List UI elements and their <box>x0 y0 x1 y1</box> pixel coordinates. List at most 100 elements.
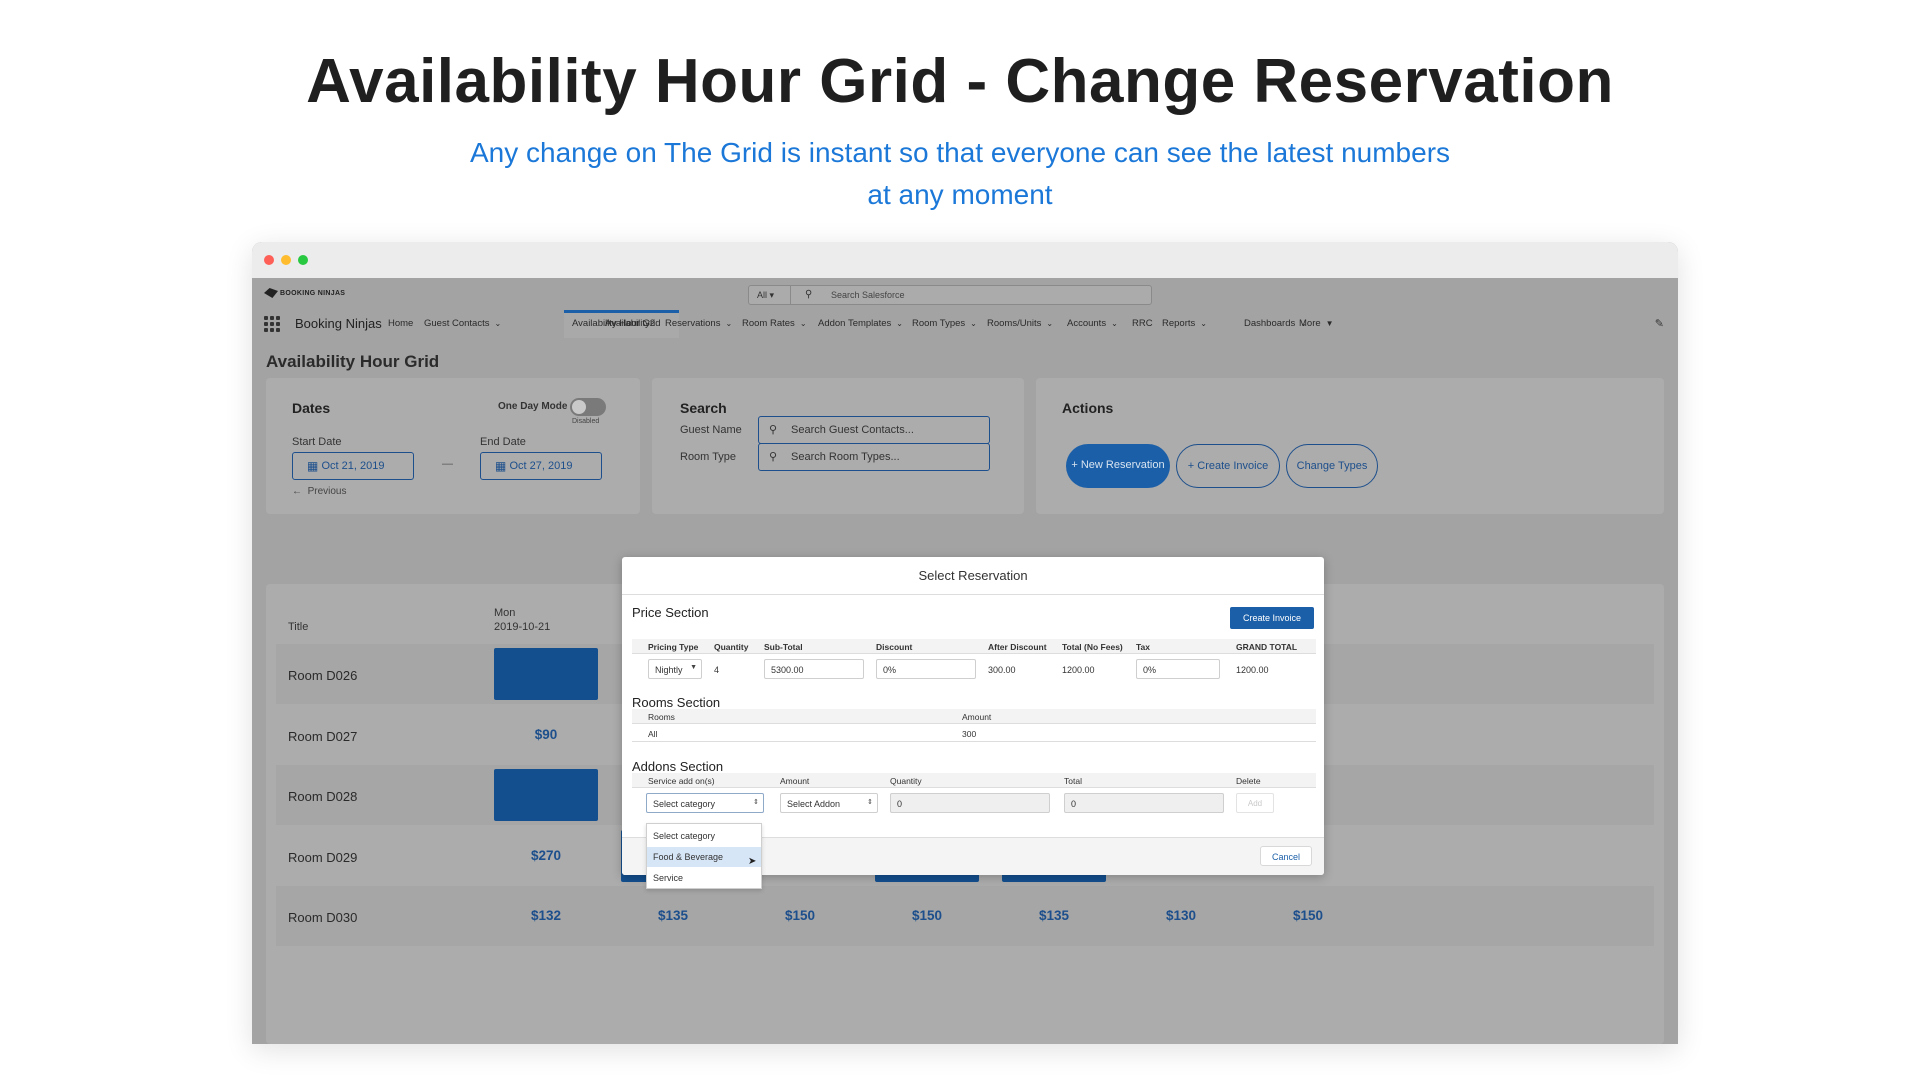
nav-item-0[interactable]: Home <box>388 318 413 329</box>
chevron-down-icon[interactable]: ▼ <box>1326 319 1334 328</box>
previous-label: Previous <box>307 486 347 497</box>
room-title[interactable]: Room D026 <box>288 668 357 683</box>
chevron-down-icon[interactable]: ⌄ <box>1200 319 1207 328</box>
calendar-icon: ▦ <box>307 459 319 473</box>
rate-cell[interactable]: $90 <box>494 727 598 742</box>
new-reservation-button[interactable]: + New Reservation <box>1066 444 1170 488</box>
price-header-divider <box>632 653 1316 654</box>
rate-cell[interactable]: $132 <box>494 908 598 923</box>
price-section-title: Price Section <box>632 605 709 620</box>
nav-item-10[interactable]: RRC <box>1132 318 1153 329</box>
logo[interactable]: BOOKING NINJAS <box>264 288 345 298</box>
caret-down-icon: ▼ <box>690 664 697 671</box>
rate-cell[interactable]: $150 <box>1256 908 1360 923</box>
nav-item-12[interactable]: Dashboards ⌄ <box>1244 318 1307 329</box>
addon-select-value: Select Addon <box>787 799 841 809</box>
price-column-header: Tax <box>1136 642 1151 652</box>
change-types-button[interactable]: Change Types <box>1286 444 1378 488</box>
search-scope-select[interactable]: All ▾ <box>749 286 791 304</box>
add-addon-button[interactable]: Add <box>1236 793 1274 813</box>
nav-item-7[interactable]: Room Types ⌄ <box>912 318 977 329</box>
end-date-picker[interactable]: ▦ Oct 27, 2019 <box>480 452 602 480</box>
nav-item-label: More <box>1299 318 1321 329</box>
cancel-button[interactable]: Cancel <box>1260 846 1312 866</box>
guest-search-input[interactable]: ⚲ Search Guest Contacts... <box>758 416 990 444</box>
nav-item-label: Room Rates <box>742 318 795 329</box>
rate-cell[interactable]: $130 <box>1129 908 1233 923</box>
nav-item-9[interactable]: Accounts ⌄ <box>1067 318 1118 329</box>
chevron-down-icon[interactable]: ⌄ <box>1111 319 1118 328</box>
close-window-button[interactable] <box>264 255 274 265</box>
dropdown-option[interactable]: Select category <box>647 826 761 846</box>
pricing-type-select[interactable]: Nightly ▼ <box>648 659 702 679</box>
nav-item-1[interactable]: Guest Contacts ⌄ <box>424 318 501 329</box>
ninja-logo-icon <box>264 288 278 298</box>
modal-create-invoice-button[interactable]: Create Invoice <box>1230 607 1314 629</box>
plus-icon: + <box>1071 459 1078 471</box>
room-title[interactable]: Room D030 <box>288 910 357 925</box>
chevron-down-icon[interactable]: ⌄ <box>494 319 501 328</box>
change-types-label: Change Types <box>1296 460 1368 472</box>
dates-heading: Dates <box>292 400 331 416</box>
one-day-mode-toggle[interactable] <box>570 398 606 416</box>
rate-cell[interactable]: $150 <box>875 908 979 923</box>
dropdown-option[interactable]: Food & Beverage <box>647 847 761 867</box>
chevron-down-icon[interactable]: ⌄ <box>725 319 732 328</box>
browser-window: BOOKING NINJAS All ▾ ⚲ Search Salesforce… <box>252 242 1678 1044</box>
start-date-picker[interactable]: ▦ Oct 21, 2019 <box>292 452 414 480</box>
room-title[interactable]: Room D027 <box>288 729 357 744</box>
edit-nav-icon[interactable]: ✎ <box>1655 317 1664 330</box>
chevron-down-icon: ▾ <box>769 290 775 300</box>
nav-item-label: Reports <box>1162 318 1196 329</box>
room-type-search-input[interactable]: ⚲ Search Room Types... <box>758 443 990 471</box>
dates-card: Dates One Day Mode Disabled Start Date E… <box>266 378 640 514</box>
app-launcher-icon[interactable] <box>264 316 280 332</box>
rate-cell[interactable]: $135 <box>621 908 725 923</box>
reservation-block[interactable] <box>494 648 598 700</box>
nav-item-11[interactable]: Reports ⌄ <box>1162 318 1207 329</box>
maximize-window-button[interactable] <box>298 255 308 265</box>
create-invoice-button[interactable]: + Create Invoice <box>1176 444 1280 488</box>
discount-input[interactable]: 0% <box>876 659 976 679</box>
nav-item-13[interactable]: More ▼ <box>1299 318 1334 329</box>
chevron-down-icon[interactable]: ⌄ <box>896 319 903 328</box>
nav-item-label: Reservations <box>665 318 721 329</box>
nav-item-6[interactable]: Addon Templates ⌄ <box>818 318 903 329</box>
nav-bar: Booking Ninjas Home Guest Contacts ⌄ Availa… <box>252 308 1678 338</box>
addon-quantity-input[interactable]: 0 <box>890 793 1050 813</box>
tax-input[interactable]: 0% <box>1136 659 1220 679</box>
global-search[interactable]: All ▾ ⚲ Search Salesforce <box>748 285 1152 305</box>
chevron-down-icon[interactable]: ⌄ <box>800 319 807 328</box>
search-placeholder[interactable]: Search Salesforce <box>831 290 905 300</box>
nav-item-3[interactable]: Availability2 <box>605 318 655 329</box>
reservation-block[interactable] <box>494 769 598 821</box>
nav-item-label: RRC <box>1132 318 1153 329</box>
addon-select[interactable]: Select Addon ⇕ <box>780 793 878 813</box>
search-scope-label: All <box>757 290 768 300</box>
minimize-window-button[interactable] <box>281 255 291 265</box>
category-select[interactable]: Select category ⇕ <box>646 793 764 813</box>
rate-cell[interactable]: $270 <box>494 848 598 863</box>
actions-heading: Actions <box>1062 400 1114 416</box>
nav-item-8[interactable]: Rooms/Units ⌄ <box>987 318 1053 329</box>
room-title[interactable]: Room D029 <box>288 850 357 865</box>
app-name: Booking Ninjas <box>295 316 382 331</box>
nav-item-4[interactable]: Reservations ⌄ <box>665 318 732 329</box>
rate-cell[interactable]: $150 <box>748 908 852 923</box>
addon-delete-header: Delete <box>1236 776 1261 786</box>
subtotal-input[interactable]: 5300.00 <box>764 659 864 679</box>
chevron-down-icon[interactable]: ⌄ <box>1046 319 1053 328</box>
create-invoice-label: Create Invoice <box>1197 460 1269 472</box>
end-date-label: End Date <box>480 436 526 448</box>
hero-title: Availability Hour Grid - Change Reservat… <box>306 47 1614 116</box>
logo-text: BOOKING NINJAS <box>280 289 346 297</box>
room-title[interactable]: Room D028 <box>288 789 357 804</box>
dropdown-option[interactable]: Service <box>647 868 761 888</box>
chevron-down-icon[interactable]: ⌄ <box>970 319 977 328</box>
price-column-header: Sub-Total <box>764 642 803 652</box>
nav-item-5[interactable]: Room Rates ⌄ <box>742 318 807 329</box>
day-date: 2019-10-21 <box>494 621 551 633</box>
price-column-header: Discount <box>876 642 913 652</box>
previous-link[interactable]: ← Previous <box>292 486 346 497</box>
rate-cell[interactable]: $135 <box>1002 908 1106 923</box>
